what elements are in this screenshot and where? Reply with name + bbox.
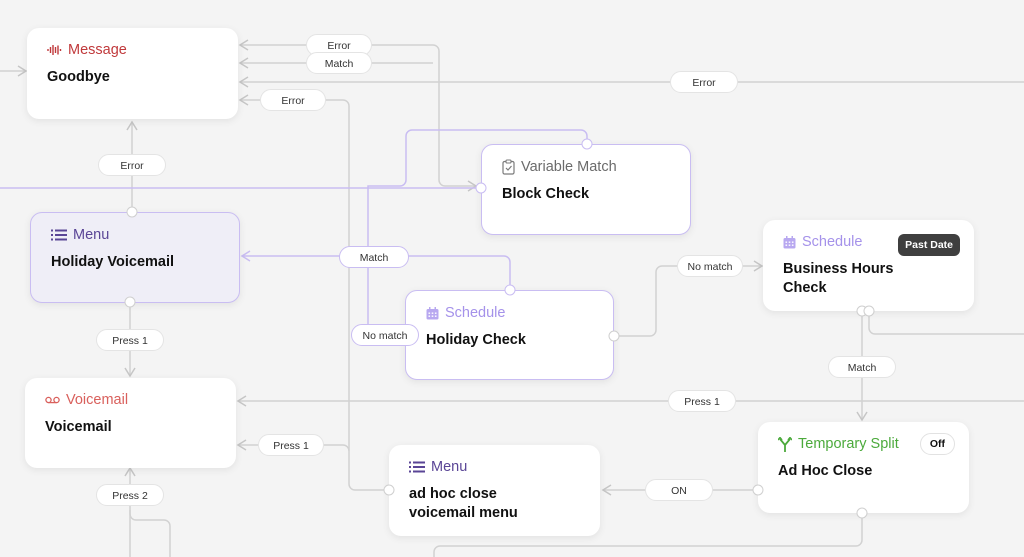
port[interactable] [752,484,764,496]
edge-label-error[interactable]: Error [98,154,166,176]
node-goodbye[interactable]: Message Goodbye [27,28,238,119]
node-title: Voicemail [45,419,112,435]
edge-label-match[interactable]: Match [339,246,409,268]
edge-label-press-2[interactable]: Press 2 [96,484,164,506]
node-holiday-voicemail[interactable]: Menu Holiday Voicemail [30,212,240,303]
off-toggle-badge[interactable]: Off [919,433,955,455]
calendar-icon [426,306,439,320]
edge-press2-lower [129,510,171,557]
calendar-icon [783,235,796,249]
node-business-hours-check[interactable]: Schedule Business Hours Check Past Date [763,220,974,311]
list-icon [409,461,425,473]
node-type-label: Schedule [445,305,506,321]
node-title: Ad Hoc Close [778,463,873,479]
node-type-label: Menu [73,227,110,243]
port[interactable] [475,182,487,194]
node-title: Holiday Check [426,332,526,348]
edge-label-match[interactable]: Match [306,52,372,74]
port[interactable] [126,206,138,218]
node-type-label: Voicemail [66,392,129,408]
port[interactable] [856,507,868,519]
edge-label-no-match[interactable]: No match [677,255,743,277]
voicemail-icon [45,396,60,404]
port[interactable] [581,138,593,150]
port[interactable] [863,305,875,317]
node-title: Block Check [502,186,590,202]
node-voicemail[interactable]: Voicemail Voicemail [25,378,236,468]
edge-label-no-match[interactable]: No match [351,324,419,346]
edge-label-press-1[interactable]: Press 1 [96,329,164,351]
node-type-label: Variable Match [521,159,617,175]
edge-label-press-1[interactable]: Press 1 [258,434,324,456]
port[interactable] [504,284,516,296]
waveform-icon [47,44,62,56]
node-adhoc-menu[interactable]: Menu ad hoc close voicemail menu [389,445,600,536]
port[interactable] [608,330,620,342]
edge-label-error[interactable]: Error [260,89,326,111]
port[interactable] [383,484,395,496]
node-type-label: Temporary Split [798,436,899,452]
node-title: Holiday Voicemail [51,254,175,270]
edge-label-match[interactable]: Match [828,356,896,378]
port[interactable] [124,296,136,308]
clipboard-check-icon [502,159,515,175]
edge-label-error[interactable]: Error [670,71,738,93]
past-date-badge: Past Date [898,234,960,256]
node-type-label: Schedule [802,234,863,250]
edge-label-press-1[interactable]: Press 1 [668,390,736,412]
node-type-label: Menu [431,459,468,475]
edge-business-out [868,312,1024,335]
edge-label-on[interactable]: ON [645,479,713,501]
node-type-label: Message [68,42,127,58]
node-title: Goodbye [47,69,110,85]
node-title: Business Hours Check [783,261,894,296]
split-icon [778,436,792,452]
node-block-check[interactable]: Variable Match Block Check [481,144,691,235]
node-holiday-check[interactable]: Schedule Holiday Check [405,290,614,380]
edge-error-mid [240,99,385,491]
node-title: ad hoc close voicemail menu [409,486,518,521]
list-icon [51,229,67,241]
node-adhoc-close[interactable]: Temporary Split Ad Hoc Close Off [758,422,969,513]
